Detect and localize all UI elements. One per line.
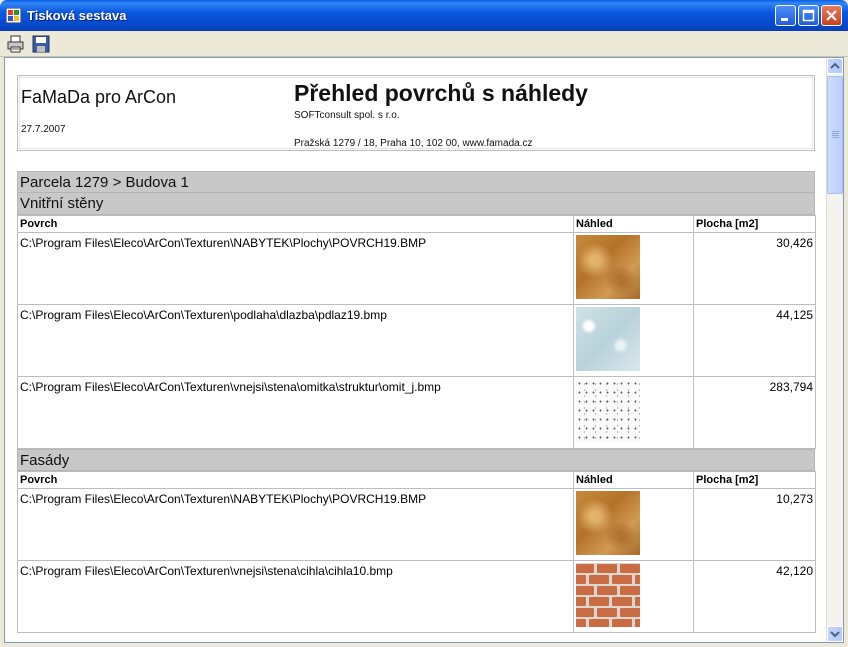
app-name: FaMaDa pro ArCon (21, 87, 177, 107)
scroll-up-button[interactable] (827, 58, 843, 74)
texture-preview-cell (573, 488, 694, 561)
surface-path: C:\Program Files\Eleco\ArCon\Texturen\NA… (17, 232, 574, 305)
surface-area: 30,426 (693, 232, 816, 305)
report-viewer[interactable]: FaMaDa pro ArCon 27.7.2007 Přehled povrc… (4, 57, 844, 643)
wood-texture-thumbnail (576, 491, 640, 555)
wood-texture-thumbnail (576, 235, 640, 299)
surface-table: Povrch Náhled Plocha [m2] C:\Program Fil… (17, 215, 816, 449)
column-header-surface: Povrch (17, 215, 574, 233)
app-window-icon (6, 8, 21, 23)
column-header-area: Plocha [m2] (693, 471, 816, 489)
texture-preview-cell (573, 304, 694, 377)
table-header-row: Povrch Náhled Plocha [m2] (17, 215, 816, 233)
surface-table: Povrch Náhled Plocha [m2] C:\Program Fil… (17, 471, 816, 633)
surface-area: 42,120 (693, 560, 816, 633)
column-header-surface: Povrch (17, 471, 574, 489)
surface-path: C:\Program Files\Eleco\ArCon\Texturen\po… (17, 304, 574, 377)
vertical-scrollbar[interactable] (826, 58, 843, 642)
maximize-icon (802, 9, 815, 22)
window-title: Tisková sestava (27, 8, 127, 23)
scroll-down-button[interactable] (827, 626, 843, 642)
save-icon (32, 35, 50, 53)
column-header-preview: Náhled (573, 471, 694, 489)
report-title: Přehled povrchů s náhledy (294, 80, 588, 106)
tile-texture-thumbnail (576, 307, 640, 371)
report-page: FaMaDa pro ArCon 27.7.2007 Přehled povrc… (17, 75, 816, 633)
company-name: SOFTconsult spol. s r.o. (294, 110, 400, 121)
close-button[interactable] (821, 5, 842, 26)
close-icon (826, 10, 837, 21)
surface-area: 10,273 (693, 488, 816, 561)
surface-path: C:\Program Files\Eleco\ArCon\Texturen\vn… (17, 560, 574, 633)
texture-preview-cell (573, 232, 694, 305)
table-row: C:\Program Files\Eleco\ArCon\Texturen\vn… (17, 560, 816, 633)
surface-path: C:\Program Files\Eleco\ArCon\Texturen\NA… (17, 488, 574, 561)
save-button[interactable] (31, 34, 51, 54)
surface-area: 283,794 (693, 376, 816, 449)
minimize-icon (781, 18, 788, 21)
report-header: FaMaDa pro ArCon 27.7.2007 Přehled povrc… (17, 75, 815, 151)
table-row: C:\Program Files\Eleco\ArCon\Texturen\NA… (17, 488, 816, 561)
section-heading: Vnitřní stěny (17, 193, 815, 215)
texture-preview-cell (573, 560, 694, 633)
minimize-button[interactable] (775, 5, 796, 26)
table-row: C:\Program Files\Eleco\ArCon\Texturen\NA… (17, 232, 816, 305)
surface-area: 44,125 (693, 304, 816, 377)
table-row: C:\Program Files\Eleco\ArCon\Texturen\vn… (17, 376, 816, 449)
report-date: 27.7.2007 (21, 124, 66, 135)
chevron-down-icon (830, 631, 840, 638)
toolbar (0, 31, 848, 57)
table-row: C:\Program Files\Eleco\ArCon\Texturen\po… (17, 304, 816, 377)
section-heading: Fasády (17, 449, 815, 471)
scroll-thumb[interactable] (827, 76, 843, 194)
company-address: Pražská 1279 / 18, Praha 10, 102 00, www… (294, 138, 533, 149)
texture-preview-cell (573, 376, 694, 449)
surface-path: C:\Program Files\Eleco\ArCon\Texturen\vn… (17, 376, 574, 449)
maximize-button[interactable] (798, 5, 819, 26)
parcel-heading: Parcela 1279 > Budova 1 (17, 171, 815, 193)
print-button[interactable] (6, 34, 26, 54)
title-bar[interactable]: Tisková sestava (0, 0, 848, 31)
column-header-preview: Náhled (573, 215, 694, 233)
print-icon (7, 35, 24, 53)
chevron-up-icon (830, 62, 840, 69)
column-header-area: Plocha [m2] (693, 215, 816, 233)
plaster-texture-thumbnail (576, 379, 640, 443)
brick-texture-thumbnail (576, 563, 640, 627)
table-header-row: Povrch Náhled Plocha [m2] (17, 471, 816, 489)
